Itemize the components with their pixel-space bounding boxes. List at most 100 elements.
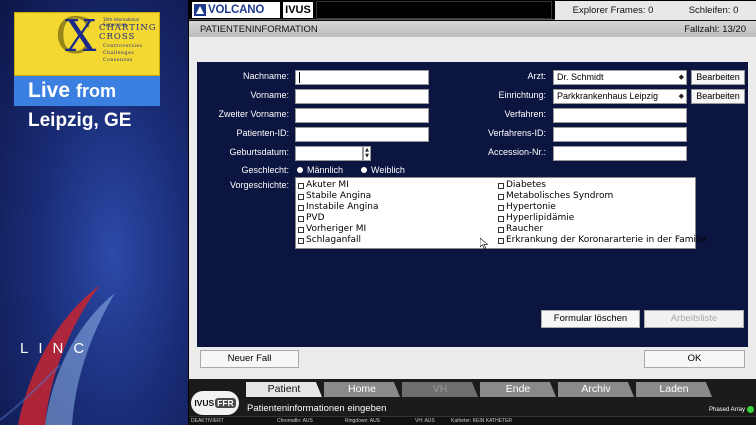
checkbox-icon[interactable]	[298, 215, 304, 222]
history-item[interactable]: Erkrankung der Koronararterie in der Fam…	[498, 235, 707, 246]
middle-name-label: Zweiter Vorname:	[218, 109, 289, 119]
linc-logo-text: LINC	[20, 340, 95, 357]
tab-archive[interactable]: Archiv	[558, 382, 634, 397]
last-name-label: Nachname:	[242, 71, 289, 81]
status-item: Ringdown: AUS	[345, 418, 381, 424]
edit-facility-button[interactable]: Bearbeiten	[691, 89, 745, 104]
logo-x-mark: X	[65, 11, 97, 62]
new-case-button[interactable]: Neuer Fall	[200, 350, 299, 368]
sex-radio-female[interactable]: Weiblich	[361, 165, 405, 175]
logo-sub-3: Consensus	[103, 58, 133, 63]
dropdown-arrow-icon[interactable]: ◆	[679, 90, 684, 103]
radio-female-icon[interactable]	[361, 167, 367, 173]
volcano-logo-icon	[194, 4, 206, 16]
history-item[interactable]: Metabolisches Syndrom	[498, 191, 613, 202]
checkbox-icon[interactable]	[498, 215, 504, 222]
procedure-input[interactable]	[553, 108, 687, 123]
ok-button[interactable]: OK	[644, 350, 745, 368]
last-name-input[interactable]	[295, 70, 429, 85]
accession-input[interactable]	[553, 146, 687, 161]
loops-count: Schleifen: 0	[688, 5, 739, 16]
broadcast-panel: C X 10th International Symposium CHARTIN…	[0, 0, 188, 425]
physician-select[interactable]: Dr. Schmidt ◆	[553, 70, 687, 85]
first-name-label: Vorname:	[250, 90, 289, 100]
brand-name: VOLCANO	[208, 4, 265, 16]
physician-selected: Dr. Schmidt	[557, 72, 604, 82]
dob-input[interactable]	[295, 146, 363, 161]
patient-form-panel: Nachname: Vorname: Zweiter Vorname: Pati…	[197, 62, 748, 347]
top-bar: VOLCANO IVUS Explorer Frames: 0 Schleife…	[189, 0, 756, 20]
checkbox-icon[interactable]	[498, 226, 504, 233]
sex-radio-male[interactable]: Männlich	[297, 165, 343, 175]
checkbox-icon[interactable]	[298, 226, 304, 233]
frame-counters: Explorer Frames: 0 Schleifen: 0	[555, 1, 756, 20]
mouse-pointer-icon	[480, 238, 488, 249]
explorer-frames-count: Explorer Frames: 0	[572, 5, 654, 16]
patient-id-input[interactable]	[295, 127, 429, 142]
patient-id-label: Patienten-ID:	[236, 128, 289, 138]
system-status-bar: DEAKTIVIERT Chromaflo: AUS Ringdown: AUS…	[189, 416, 756, 425]
facility-selected: Parkkrankenhaus Leipzig	[557, 91, 659, 101]
history-item[interactable]: Raucher	[498, 224, 543, 235]
first-name-input[interactable]	[295, 89, 429, 104]
bottom-navigation: IVUS FFR Patient Home VH Ende Archiv Lad…	[189, 379, 756, 416]
status-item: Katheter: KEIN KATHETER	[451, 418, 513, 424]
ivus-logo-text: IVUS	[194, 398, 215, 408]
phased-array-indicator: Phased Array	[709, 406, 755, 413]
facility-select[interactable]: Parkkrankenhaus Leipzig ◆	[553, 89, 687, 104]
sex-male-label: Männlich	[307, 165, 344, 175]
mode-badge: IVUS	[283, 2, 313, 18]
procedure-id-label: Verfahrens-ID:	[487, 128, 546, 138]
checkbox-icon[interactable]	[498, 237, 504, 244]
checkbox-icon[interactable]	[498, 182, 504, 189]
history-item[interactable]: Diabetes	[498, 180, 546, 191]
history-item[interactable]: Vorheriger MI	[298, 224, 366, 235]
top-empty-field	[316, 1, 552, 19]
tab-vh[interactable]: VH	[402, 382, 478, 397]
phased-array-label: Phased Array	[709, 406, 746, 413]
facility-label: Einrichtung:	[498, 90, 546, 100]
history-item[interactable]: Hypertonie	[498, 202, 556, 213]
spinner-down-icon[interactable]: ▼	[364, 153, 370, 159]
clear-form-button[interactable]: Formular löschen	[541, 310, 640, 328]
checkbox-icon[interactable]	[298, 193, 304, 200]
checkbox-icon[interactable]	[298, 204, 304, 211]
page-title: PATIENTENINFORMATION	[200, 23, 318, 35]
history-item[interactable]: Akuter MI	[298, 180, 349, 191]
history-item[interactable]: Hyperlipidämie	[498, 213, 574, 224]
procedure-id-input[interactable]	[553, 127, 687, 142]
history-item[interactable]: Stabile Angina	[298, 191, 371, 202]
worklist-button[interactable]: Arbeitsliste	[644, 310, 744, 328]
section-titlebar: PATIENTENINFORMATION Fallzahl: 13/20	[189, 21, 756, 37]
logo-sub-1: Controversies	[103, 44, 143, 49]
tab-home[interactable]: Home	[324, 382, 400, 397]
history-item[interactable]: Schlaganfall	[298, 235, 361, 246]
checkbox-icon[interactable]	[498, 204, 504, 211]
logo-word-cross: CROSS	[99, 32, 136, 42]
status-item: VH: AUS	[415, 418, 435, 424]
live-word: Live	[28, 79, 71, 102]
checkbox-icon[interactable]	[498, 193, 504, 200]
radio-male-icon[interactable]	[297, 167, 303, 173]
procedure-label: Verfahren:	[504, 109, 546, 119]
live-banner: Live from	[14, 76, 160, 106]
status-item: DEAKTIVIERT	[191, 418, 224, 424]
ivus-ffr-logo: IVUS FFR	[191, 391, 239, 415]
status-led-icon	[747, 406, 755, 413]
tab-load[interactable]: Laden	[636, 382, 712, 397]
tab-end[interactable]: Ende	[480, 382, 556, 397]
tab-patient[interactable]: Patient	[246, 382, 322, 397]
live-from: from	[76, 81, 117, 101]
checkbox-icon[interactable]	[298, 182, 304, 189]
dob-spinner[interactable]: ▲ ▼	[363, 146, 371, 161]
volcano-brand: VOLCANO	[192, 2, 280, 18]
work-area: Nachname: Vorname: Zweiter Vorname: Pati…	[189, 37, 756, 379]
status-message: Patienteninformationen eingeben	[247, 403, 387, 414]
dropdown-arrow-icon[interactable]: ◆	[679, 71, 684, 84]
middle-name-input[interactable]	[295, 108, 429, 123]
history-item[interactable]: Instabile Angina	[298, 202, 379, 213]
edit-physician-button[interactable]: Bearbeiten	[691, 70, 745, 85]
checkbox-icon[interactable]	[298, 237, 304, 244]
history-item[interactable]: PVD	[298, 213, 325, 224]
cx-logo: C X 10th International Symposium CHARTIN…	[14, 11, 160, 76]
